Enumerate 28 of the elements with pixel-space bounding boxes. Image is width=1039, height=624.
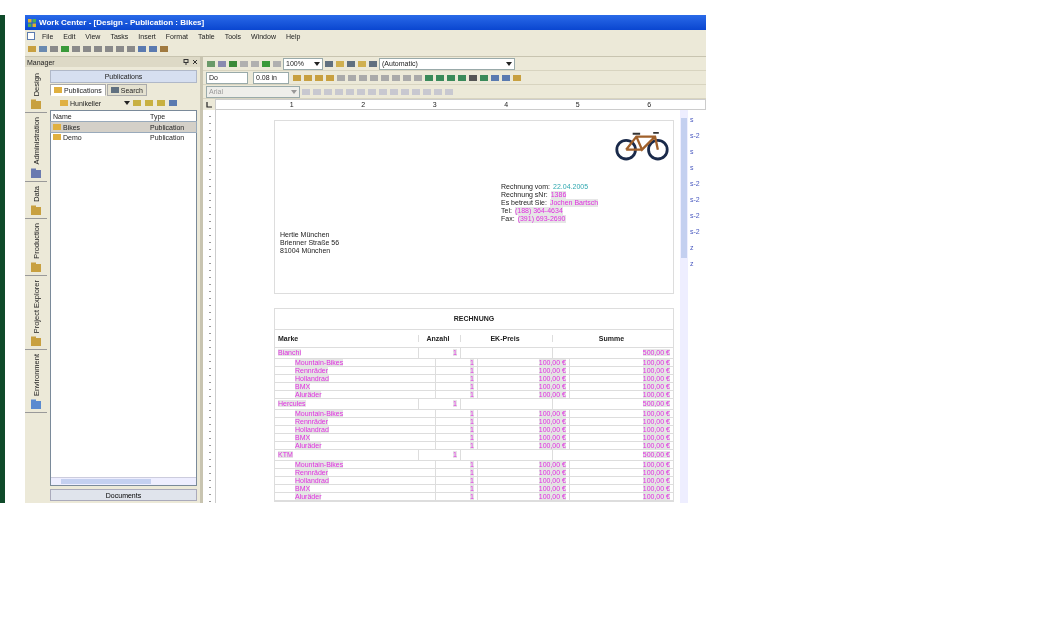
toolbar-icon[interactable] <box>228 58 238 69</box>
vertical-scrollbar[interactable] <box>680 110 688 503</box>
toolbar-icon[interactable] <box>457 72 467 83</box>
bicycle-drawing <box>614 129 670 161</box>
toolbar-icon[interactable] <box>206 58 216 69</box>
toolbar-icon[interactable] <box>217 58 227 69</box>
toolbar-icon[interactable] <box>446 72 456 83</box>
toolbar-icon[interactable] <box>479 72 489 83</box>
dropdown-arrow-icon <box>291 89 297 94</box>
toolbar-icon[interactable] <box>424 72 434 83</box>
dropdown-arrow-icon <box>314 61 320 66</box>
toolbar-icon[interactable] <box>346 58 356 69</box>
tab-stop-icon[interactable] <box>205 100 213 109</box>
app-icon <box>28 18 36 27</box>
document-icon <box>27 32 35 40</box>
toolbar-icon[interactable] <box>501 72 511 83</box>
toolbar-icon[interactable] <box>261 58 271 69</box>
dropdown-arrow-icon <box>124 101 130 105</box>
toolbar-icon[interactable] <box>435 72 445 83</box>
toolbar-icon[interactable] <box>324 58 334 69</box>
horizontal-scrollbar[interactable] <box>51 477 196 485</box>
pin-icon[interactable] <box>183 59 189 65</box>
toolbar-icon[interactable] <box>490 72 500 83</box>
close-icon[interactable] <box>192 59 198 65</box>
window-title: Work Center - [Design - Publication : Bikes] <box>39 18 205 27</box>
toolbar-icon[interactable] <box>368 58 378 69</box>
toolbar-icon[interactable] <box>468 72 478 83</box>
dropdown-arrow-icon <box>506 61 512 66</box>
